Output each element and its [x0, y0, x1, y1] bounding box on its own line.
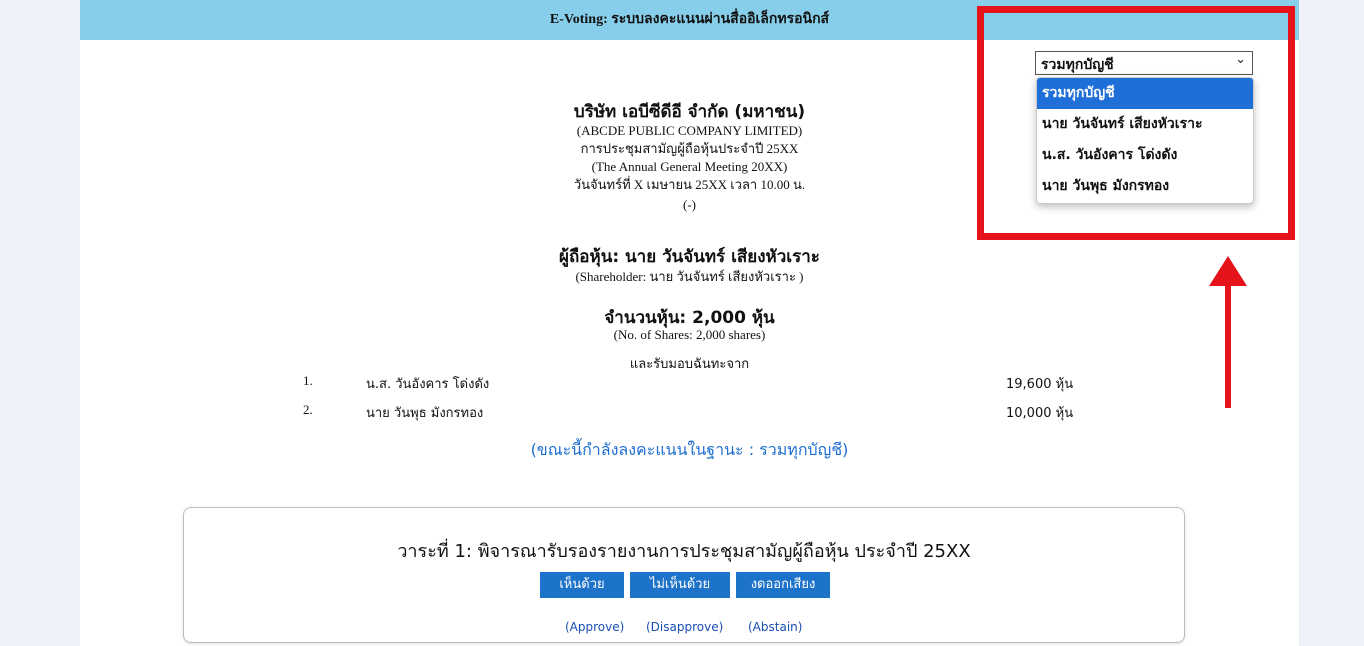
proxy-shares: 10,000 หุ้น [1006, 406, 1074, 421]
highlight-box [977, 6, 1295, 240]
disapprove-button[interactable]: ไม่เห็นด้วย [630, 572, 730, 598]
approve-label: (Approve) [565, 620, 625, 634]
approve-button[interactable]: เห็นด้วย [540, 572, 624, 598]
arrow-shaft [1225, 280, 1231, 408]
proxy-number: 1. [303, 373, 313, 388]
agenda-card: วาระที่ 1: พิจารณารับรองรายงานการประชุมส… [183, 507, 1185, 643]
proxy-shares: 19,600 หุ้น [1006, 377, 1074, 392]
proxy-number: 2. [303, 402, 313, 417]
agenda-title: วาระที่ 1: พิจารณารับรองรายงานการประชุมส… [397, 541, 971, 562]
share-count-en: (No. of Shares: 2,000 shares) [613, 327, 766, 342]
voting-status: (ขณะนี้กำลังลงคะแนนในฐานะ : รวมทุกบัญชี) [530, 440, 849, 459]
proxy-name: น.ส. วันอังคาร โด่งดัง [366, 377, 490, 392]
shareholder-name-en: (Shareholder: นาย วันจันทร์ เสียงหัวเราะ… [575, 269, 804, 284]
proxy-name: นาย วันพุธ มังกรทอง [366, 406, 484, 421]
shareholder-name-th: ผู้ถือหุ้น: นาย วันจันทร์ เสียงหัวเราะ [559, 247, 820, 267]
proxy-row: 2. นาย วันพุธ มังกรทอง 10,000 หุ้น [80, 402, 1299, 422]
disapprove-label: (Disapprove) [646, 620, 724, 634]
abstain-label: (Abstain) [748, 620, 803, 634]
abstain-button[interactable]: งดออกเสียง [736, 572, 830, 598]
proxy-heading: และรับมอบฉันทะจาก [629, 357, 750, 372]
vote-button-group: เห็นด้วย ไม่เห็นด้วย งดออกเสียง [184, 572, 1184, 598]
proxy-row: 1. น.ส. วันอังคาร โด่งดัง 19,600 หุ้น [80, 373, 1299, 393]
